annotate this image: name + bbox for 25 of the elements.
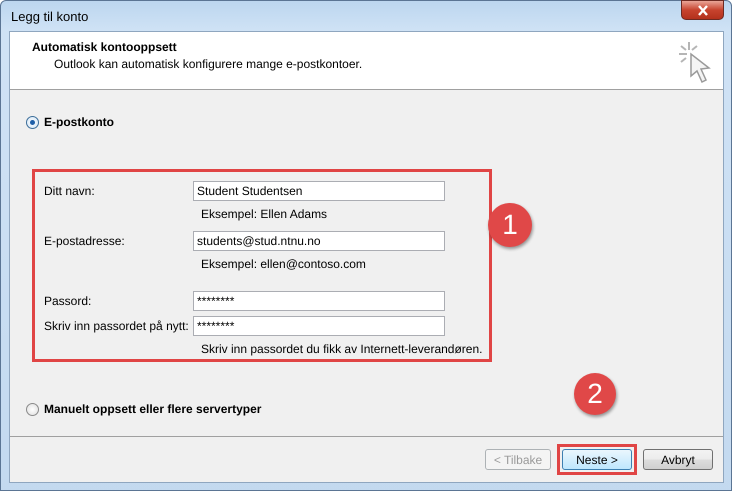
header-title: Automatisk kontooppsett — [32, 40, 178, 54]
field-label: Passord: — [44, 294, 92, 308]
window-title: Legg til konto — [10, 8, 88, 24]
radio-icon[interactable] — [26, 116, 39, 128]
step-badge: 1 — [488, 203, 532, 247]
dialog-button[interactable]: Neste > — [562, 449, 632, 470]
field-label: Ditt navn: — [44, 184, 96, 198]
input-field[interactable]: ******** — [193, 316, 445, 336]
field-label: E-postadresse: — [44, 234, 126, 248]
step-badge: 2 — [574, 373, 616, 415]
input-field[interactable]: Student Studentsen — [193, 181, 445, 201]
radio-option[interactable]: Manuelt oppsett eller flere servertyper — [26, 402, 262, 416]
field-hint: Skriv inn passordet du fikk av Internett-leverandøren. — [200, 341, 482, 353]
radio-option[interactable]: E-postkonto — [26, 115, 114, 129]
header-subtitle: Outlook kan automatisk konfigurere mange e-postkontoer. — [53, 57, 362, 71]
radio-icon[interactable] — [26, 402, 39, 416]
field-hint: Eksempel: ellen@contoso.com — [200, 256, 366, 273]
close-button[interactable] — [681, 0, 724, 20]
close-icon — [696, 4, 708, 16]
field-hint: Eksempel: Ellen Adams — [200, 206, 328, 223]
field-label: Skriv inn passordet på nytt: — [44, 319, 190, 333]
input-field[interactable]: ******** — [193, 291, 445, 311]
input-field[interactable]: students@stud.ntnu.no — [193, 231, 445, 251]
cursor-sparkle-icon — [677, 40, 713, 86]
dialog-button[interactable]: Avbryt — [643, 449, 713, 470]
